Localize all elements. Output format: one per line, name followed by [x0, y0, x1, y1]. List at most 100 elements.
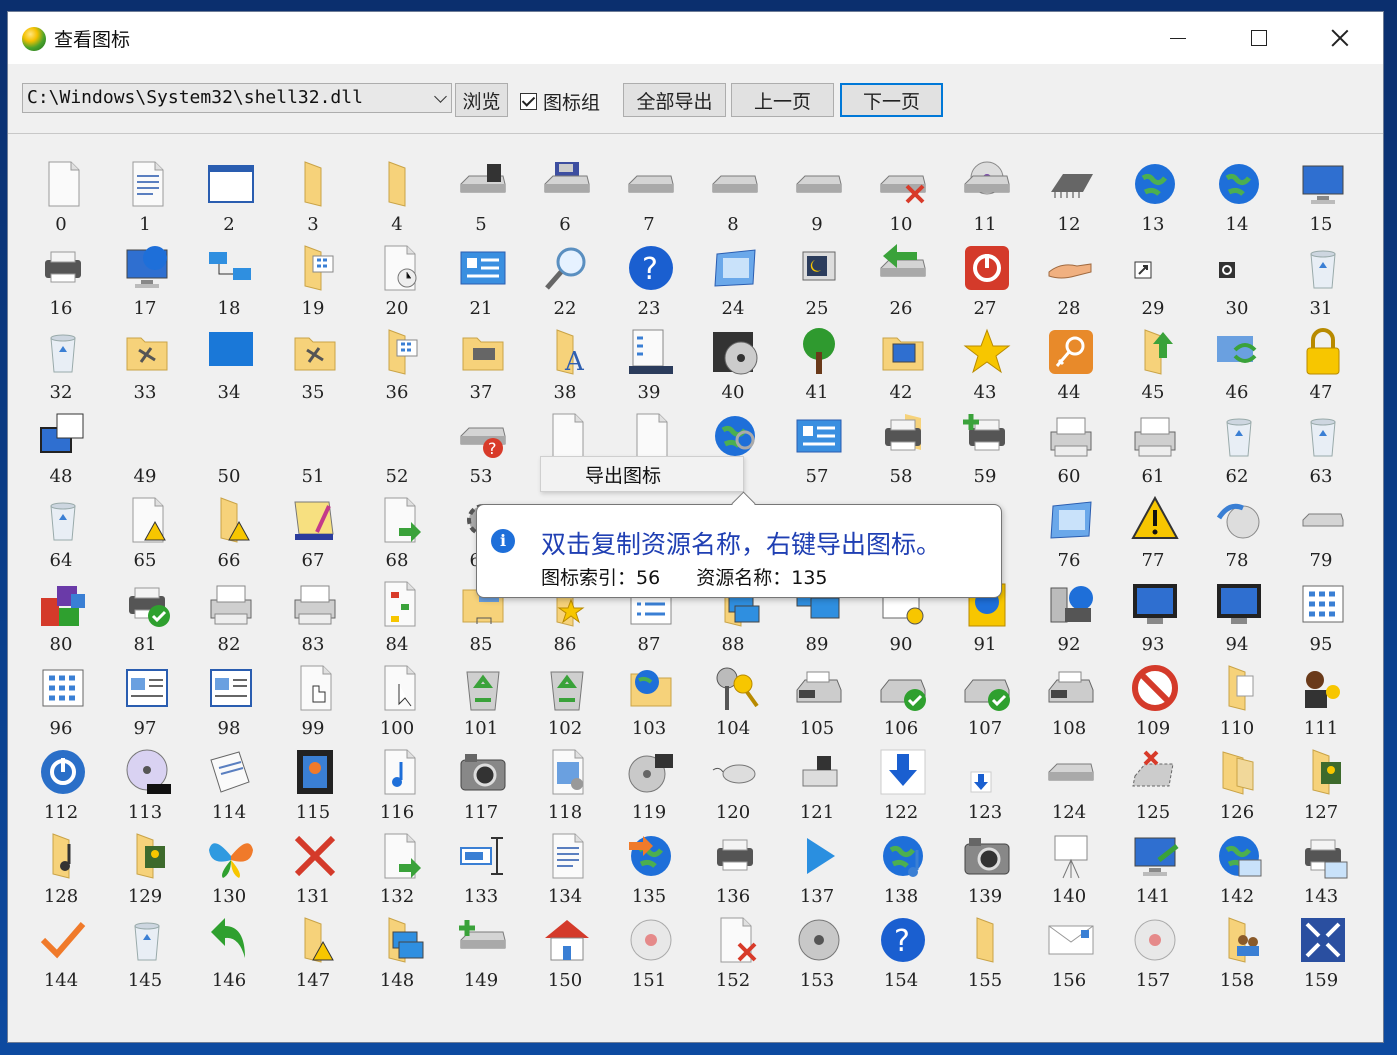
icon-cell[interactable]: 156: [1027, 908, 1111, 992]
icon-cell[interactable]: 109: [1111, 656, 1195, 740]
icon-cell[interactable]: 6: [523, 152, 607, 236]
icon-cell[interactable]: 145: [103, 908, 187, 992]
icon-cell[interactable]: 19: [271, 236, 355, 320]
icon-cell[interactable]: 16: [19, 236, 103, 320]
icon-cell[interactable]: 120: [691, 740, 775, 824]
icon-cell[interactable]: 107: [943, 656, 1027, 740]
icon-cell[interactable]: 117: [439, 740, 523, 824]
icon-cell[interactable]: 96: [19, 656, 103, 740]
icon-cell[interactable]: 100: [355, 656, 439, 740]
icon-cell[interactable]: 14: [1195, 152, 1279, 236]
icon-cell[interactable]: 31: [1279, 236, 1363, 320]
icon-cell[interactable]: 22: [523, 236, 607, 320]
icon-cell[interactable]: 29: [1111, 236, 1195, 320]
icon-cell[interactable]: 15: [1279, 152, 1363, 236]
icon-cell[interactable]: 7: [607, 152, 691, 236]
icon-cell[interactable]: 105: [775, 656, 859, 740]
icon-cell[interactable]: 97: [103, 656, 187, 740]
icon-cell[interactable]: 133: [439, 824, 523, 908]
icon-cell[interactable]: 52: [355, 404, 439, 488]
icon-cell[interactable]: 79: [1279, 488, 1363, 572]
icon-cell[interactable]: 58: [859, 404, 943, 488]
icon-cell[interactable]: 49: [103, 404, 187, 488]
export-all-button[interactable]: 全部导出: [623, 83, 726, 117]
icon-cell[interactable]: 94: [1195, 572, 1279, 656]
icon-cell[interactable]: 1: [103, 152, 187, 236]
dll-path-combobox[interactable]: C:\Windows\System32\shell32.dll: [22, 83, 452, 113]
icon-cell[interactable]: 115: [271, 740, 355, 824]
icon-cell[interactable]: 92: [1027, 572, 1111, 656]
icon-cell[interactable]: 118: [523, 740, 607, 824]
icon-cell[interactable]: 37: [439, 320, 523, 404]
icon-cell[interactable]: 4: [355, 152, 439, 236]
icon-cell[interactable]: 103: [607, 656, 691, 740]
icon-cell[interactable]: 111: [1279, 656, 1363, 740]
icon-cell[interactable]: 32: [19, 320, 103, 404]
icon-cell[interactable]: 159: [1279, 908, 1363, 992]
icon-cell[interactable]: 50: [187, 404, 271, 488]
icon-cell[interactable]: 67: [271, 488, 355, 572]
icon-cell[interactable]: 155: [943, 908, 1027, 992]
icon-cell[interactable]: 129: [103, 824, 187, 908]
previous-page-button[interactable]: 上一页: [731, 83, 834, 117]
icon-cell[interactable]: 139: [943, 824, 1027, 908]
icon-cell[interactable]: 98: [187, 656, 271, 740]
icon-cell[interactable]: 157: [1111, 908, 1195, 992]
icon-cell[interactable]: 0: [19, 152, 103, 236]
icon-cell[interactable]: 57: [775, 404, 859, 488]
icon-cell[interactable]: 95: [1279, 572, 1363, 656]
icon-cell[interactable]: 9: [775, 152, 859, 236]
icon-cell[interactable]: ? 23: [607, 236, 691, 320]
icon-cell[interactable]: 64: [19, 488, 103, 572]
icon-cell[interactable]: 108: [1027, 656, 1111, 740]
icon-cell[interactable]: 134: [523, 824, 607, 908]
icon-cell[interactable]: 112: [19, 740, 103, 824]
icon-cell[interactable]: 101: [439, 656, 523, 740]
icon-cell[interactable]: 8: [691, 152, 775, 236]
icon-cell[interactable]: 66: [187, 488, 271, 572]
icon-cell[interactable]: 21: [439, 236, 523, 320]
icon-cell[interactable]: 47: [1279, 320, 1363, 404]
icon-cell[interactable]: 42: [859, 320, 943, 404]
icon-cell[interactable]: 106: [859, 656, 943, 740]
icon-cell[interactable]: 148: [355, 908, 439, 992]
icon-cell[interactable]: 45: [1111, 320, 1195, 404]
icon-cell[interactable]: 83: [271, 572, 355, 656]
browse-button[interactable]: 浏览: [455, 83, 508, 117]
icon-cell[interactable]: 131: [271, 824, 355, 908]
icon-cell[interactable]: 51: [271, 404, 355, 488]
icon-cell[interactable]: ? 53: [439, 404, 523, 488]
icon-cell[interactable]: 43: [943, 320, 1027, 404]
icon-cell[interactable]: 102: [523, 656, 607, 740]
icon-cell[interactable]: 150: [523, 908, 607, 992]
icon-cell[interactable]: 46: [1195, 320, 1279, 404]
icon-cell[interactable]: 62: [1195, 404, 1279, 488]
icon-cell[interactable]: 18: [187, 236, 271, 320]
icon-cell[interactable]: 61: [1111, 404, 1195, 488]
icon-cell[interactable]: 40: [691, 320, 775, 404]
icon-cell[interactable]: 113: [103, 740, 187, 824]
icon-cell[interactable]: 121: [775, 740, 859, 824]
icon-cell[interactable]: 142: [1195, 824, 1279, 908]
next-page-button[interactable]: 下一页: [840, 83, 943, 117]
icon-cell[interactable]: 27: [943, 236, 1027, 320]
checkbox-checked-icon[interactable]: [520, 93, 537, 110]
icon-cell[interactable]: 3: [271, 152, 355, 236]
icon-cell[interactable]: 20: [355, 236, 439, 320]
icon-cell[interactable]: 82: [187, 572, 271, 656]
minimize-button[interactable]: [1138, 12, 1218, 64]
icon-cell[interactable]: 153: [775, 908, 859, 992]
icon-cell[interactable]: 140: [1027, 824, 1111, 908]
icon-cell[interactable]: 36: [355, 320, 439, 404]
icon-cell[interactable]: 44: [1027, 320, 1111, 404]
icon-cell[interactable]: 138: [859, 824, 943, 908]
icon-cell[interactable]: 80: [19, 572, 103, 656]
icon-cell[interactable]: 41: [775, 320, 859, 404]
icon-cell[interactable]: 60: [1027, 404, 1111, 488]
icon-cell[interactable]: 78: [1195, 488, 1279, 572]
icon-cell[interactable]: 84: [355, 572, 439, 656]
icon-cell[interactable]: 126: [1195, 740, 1279, 824]
icon-cell[interactable]: 77: [1111, 488, 1195, 572]
icon-cell[interactable]: 35: [271, 320, 355, 404]
icon-cell[interactable]: 152: [691, 908, 775, 992]
